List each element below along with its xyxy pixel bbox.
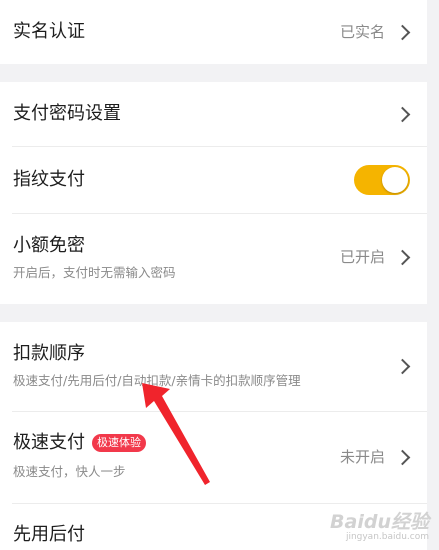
express-pay-badge: 极速体验 bbox=[92, 434, 146, 452]
row-deduction-order[interactable]: 扣款顺序 极速支付/先用后付/自动扣款/亲情卡的扣款顺序管理 bbox=[0, 322, 427, 412]
real-name-status: 已实名 bbox=[339, 23, 385, 41]
express-pay-subtitle: 极速支付，快人一步 bbox=[13, 464, 126, 479]
row-fingerprint-pay: 指纹支付 bbox=[0, 147, 427, 214]
pay-later-title: 先用后付 bbox=[13, 524, 85, 545]
chevron-right-icon bbox=[394, 449, 411, 466]
row-real-name[interactable]: 实名认证 已实名 bbox=[0, 0, 427, 64]
small-amount-status: 已开启 bbox=[339, 248, 385, 266]
chevron-right-icon bbox=[394, 24, 411, 41]
group-identity: 实名认证 已实名 bbox=[0, 0, 427, 64]
toggle-knob bbox=[382, 167, 408, 193]
express-pay-status: 未开启 bbox=[339, 448, 385, 466]
right-edge-strip bbox=[427, 0, 439, 550]
chevron-right-icon bbox=[394, 106, 411, 123]
fingerprint-toggle[interactable] bbox=[354, 165, 410, 195]
watermark-logo: Baidu经验 bbox=[330, 511, 429, 533]
express-pay-title: 极速支付 bbox=[13, 432, 85, 453]
small-amount-title: 小额免密 bbox=[13, 235, 85, 256]
chevron-right-icon bbox=[394, 249, 411, 266]
row-small-amount[interactable]: 小额免密 开启后，支付时无需输入密码 已开启 bbox=[0, 214, 427, 304]
row-express-pay[interactable]: 极速支付 极速体验 极速支付，快人一步 未开启 bbox=[0, 412, 427, 504]
row-payment-password[interactable]: 支付密码设置 bbox=[0, 82, 427, 147]
chevron-right-icon bbox=[394, 358, 411, 375]
payment-password-title: 支付密码设置 bbox=[13, 103, 121, 124]
watermark-url: jingyan.baidu.com bbox=[345, 532, 429, 542]
watermark: Baidu经验 jingyan.baidu.com bbox=[330, 512, 429, 542]
real-name-title: 实名认证 bbox=[13, 21, 85, 42]
group-payment-security: 支付密码设置 指纹支付 小额免密 开启后，支付时无需输入密码 已开启 bbox=[0, 82, 427, 304]
fingerprint-title: 指纹支付 bbox=[13, 169, 85, 190]
deduction-order-title: 扣款顺序 bbox=[13, 343, 85, 364]
deduction-order-subtitle: 极速支付/先用后付/自动扣款/亲情卡的扣款顺序管理 bbox=[13, 373, 301, 388]
small-amount-subtitle: 开启后，支付时无需输入密码 bbox=[13, 265, 176, 280]
